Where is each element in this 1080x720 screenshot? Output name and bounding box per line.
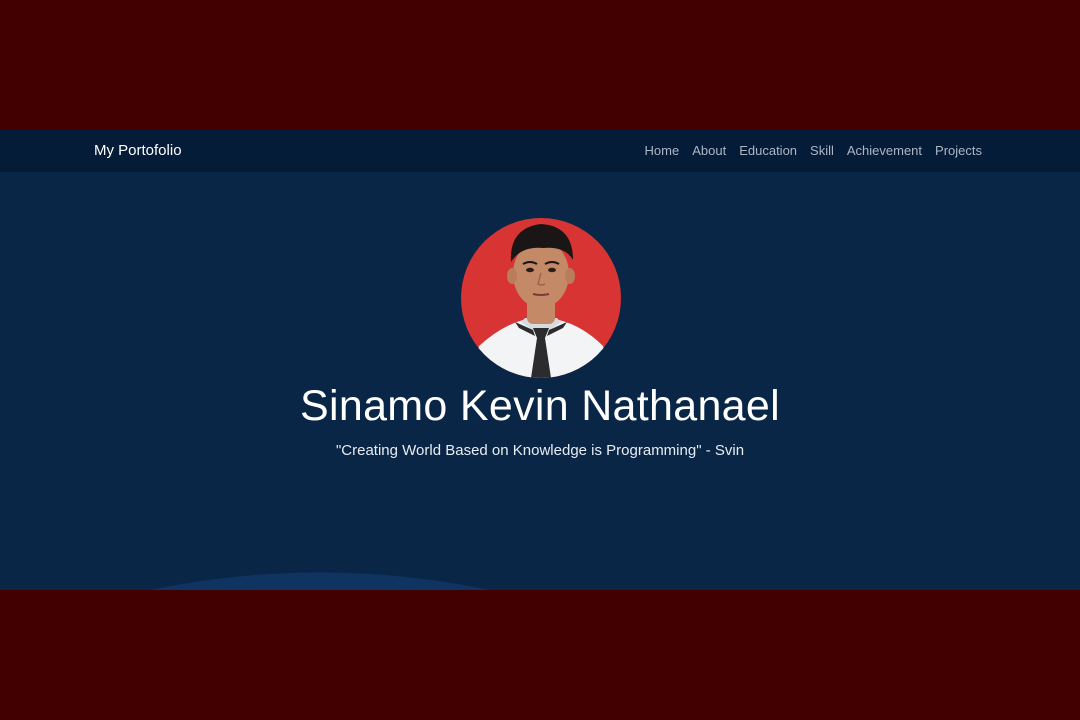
navbar: My Portofolio Home About Education Skill… bbox=[0, 130, 1080, 172]
nav-link-projects[interactable]: Projects bbox=[935, 143, 982, 158]
nav-link-skill[interactable]: Skill bbox=[810, 143, 834, 158]
letterbox-bottom bbox=[0, 590, 1080, 720]
brand-link[interactable]: My Portofolio bbox=[94, 142, 182, 159]
wave-decoration bbox=[150, 572, 490, 590]
hero-name: Sinamo Kevin Nathanael bbox=[300, 382, 780, 430]
portfolio-page: My Portofolio Home About Education Skill… bbox=[0, 130, 1080, 590]
nav-link-about[interactable]: About bbox=[692, 143, 726, 158]
hero-quote: "Creating World Based on Knowledge is Pr… bbox=[335, 442, 745, 459]
letterbox-top bbox=[0, 0, 1080, 130]
profile-photo bbox=[461, 218, 621, 378]
nav-links: Home About Education Skill Achievement P… bbox=[645, 143, 982, 158]
nav-link-achievement[interactable]: Achievement bbox=[847, 143, 922, 158]
nav-link-education[interactable]: Education bbox=[739, 143, 797, 158]
nav-link-home[interactable]: Home bbox=[645, 143, 680, 158]
